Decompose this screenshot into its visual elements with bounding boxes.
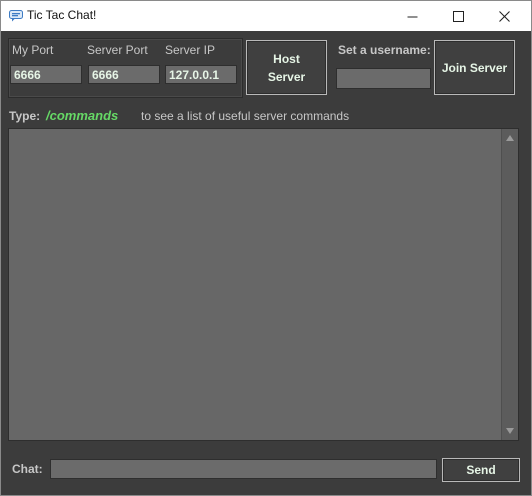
username-label: Set a username: [338,43,431,57]
close-icon [498,10,510,22]
maximize-icon [452,10,464,22]
server-ip-label: Server IP [165,43,216,57]
hint-command: /commands [46,108,119,123]
minimize-button[interactable] [389,1,435,31]
chat-label: Chat: [12,462,43,476]
scroll-up-icon [506,135,514,141]
app-window: Tic Tac Chat! My Port 6666 Server Port 6… [0,0,532,496]
host-server-button[interactable]: Host Server [246,40,327,95]
server-ip-field[interactable]: 127.0.0.1 [165,65,237,84]
chat-app-icon [9,9,23,22]
my-port-label: My Port [12,43,54,57]
join-button-label: Join Server [441,60,508,75]
server-port-field[interactable]: 6666 [88,65,160,84]
hint-description: to see a list of useful server commands [141,109,350,123]
host-button-label-line1: Host [273,51,300,66]
close-button[interactable] [481,1,527,31]
main-panel: My Port 6666 Server Port 6666 Server IP … [1,31,531,495]
window-title: Tic Tac Chat! [27,8,97,22]
title-bar: Tic Tac Chat! [1,1,531,31]
scroll-down-button[interactable] [502,423,518,439]
server-port-label: Server Port [87,43,148,57]
scroll-down-icon [506,428,514,434]
scroll-up-button[interactable] [502,130,518,146]
chat-input[interactable] [50,459,437,479]
maximize-button[interactable] [435,1,481,31]
chat-log-area[interactable] [8,128,519,441]
my-port-field[interactable]: 6666 [10,65,82,84]
chat-log-scrollbar[interactable] [501,129,518,440]
username-field[interactable] [336,68,431,89]
hint-prefix: Type: [9,109,41,123]
send-button[interactable]: Send [442,458,520,482]
join-server-button[interactable]: Join Server [434,40,515,95]
host-button-label-line2: Server [267,69,306,84]
send-button-label: Send [466,463,496,477]
minimize-icon [407,16,417,17]
